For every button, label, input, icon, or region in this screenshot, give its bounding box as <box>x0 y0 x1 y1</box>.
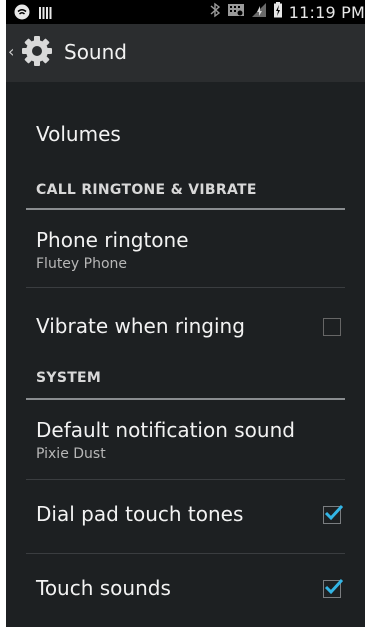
dial-pad-tones-label: Dial pad touch tones <box>36 502 244 526</box>
notification-sound-item[interactable]: Default notification sound Pixie Dust <box>6 400 365 480</box>
touch-sounds-item[interactable]: Touch sounds <box>6 554 365 626</box>
phone-ringtone-label: Phone ringtone <box>36 228 189 252</box>
status-clock: 11:19 PM <box>288 2 365 22</box>
dial-pad-tones-item[interactable]: Dial pad touch tones <box>6 480 365 554</box>
nfc-icon <box>227 2 245 22</box>
volumes-label: Volumes <box>36 122 121 146</box>
section-header-call: CALL RINGTONE & VIBRATE <box>6 156 365 210</box>
wifi-hotspot-icon <box>14 4 30 24</box>
vibrate-item[interactable]: Vibrate when ringing <box>6 288 365 366</box>
phone-ringtone-summary: Flutey Phone <box>36 256 128 272</box>
touch-sounds-label: Touch sounds <box>36 576 171 600</box>
chevron-left-icon[interactable]: ‹ <box>8 42 14 61</box>
page-title: Sound <box>64 40 127 64</box>
signal-bars-icon <box>38 5 52 24</box>
volumes-item[interactable]: Volumes <box>6 82 365 156</box>
checkmark-icon <box>324 504 344 521</box>
phone-ringtone-item[interactable]: Phone ringtone Flutey Phone <box>6 210 365 288</box>
status-bar: 11:19 PM <box>6 0 365 24</box>
dial-pad-tones-checkbox[interactable] <box>323 504 344 524</box>
battery-charging-icon <box>273 2 283 22</box>
vibrate-label: Vibrate when ringing <box>36 314 245 338</box>
section-title-system: SYSTEM <box>36 370 102 386</box>
gear-icon[interactable] <box>20 34 54 68</box>
notification-sound-summary: Pixie Dust <box>36 446 106 462</box>
action-bar: ‹ Sound <box>6 24 365 82</box>
vibrate-checkbox[interactable] <box>323 318 341 336</box>
settings-list: Volumes CALL RINGTONE & VIBRATE Phone ri… <box>6 82 365 626</box>
bluetooth-icon <box>209 2 221 22</box>
touch-sounds-checkbox[interactable] <box>323 578 344 598</box>
section-title-call: CALL RINGTONE & VIBRATE <box>36 182 257 198</box>
notification-sound-label: Default notification sound <box>36 418 295 442</box>
data-icon <box>251 2 267 22</box>
phone-screen: 11:19 PM ‹ Sound Volumes CALL RINGTONE &… <box>6 0 365 627</box>
section-header-system: SYSTEM <box>6 366 365 400</box>
checkmark-icon <box>324 578 344 595</box>
